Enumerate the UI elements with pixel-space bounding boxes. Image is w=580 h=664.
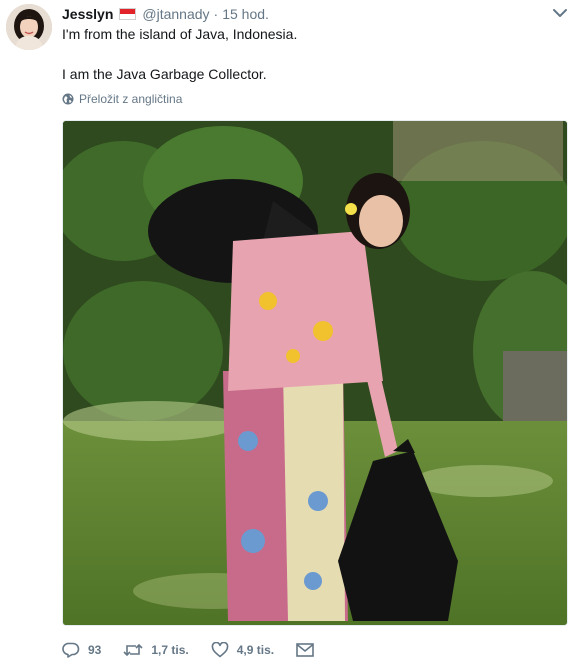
tweet-text-line: I am the Java Garbage Collector.	[62, 66, 267, 82]
reply-button[interactable]: 93	[62, 642, 101, 658]
retweet-button[interactable]: 1,7 tis.	[123, 642, 189, 658]
tweet-photo[interactable]	[62, 120, 568, 626]
chevron-down-icon[interactable]	[552, 6, 568, 20]
like-count: 4,9 tis.	[236, 643, 275, 657]
photo-image	[63, 121, 567, 625]
envelope-icon	[296, 643, 314, 657]
tweet-actions: 93 1,7 tis. 4,9 tis.	[62, 640, 344, 660]
avatar-image	[6, 4, 52, 50]
retweet-count: 1,7 tis.	[151, 643, 189, 657]
timestamp[interactable]: 15 hod.	[222, 6, 269, 22]
translate-link[interactable]: Přeložit z angličtina	[62, 92, 182, 106]
reply-count: 93	[88, 643, 102, 657]
direct-message-button[interactable]	[296, 643, 322, 657]
separator: ·	[213, 6, 219, 22]
indonesia-flag-icon	[119, 8, 137, 20]
heart-icon	[211, 642, 229, 658]
reply-icon	[62, 642, 80, 658]
tweet-text: I'm from the island of Java, Indonesia. …	[62, 24, 297, 84]
like-button[interactable]: 4,9 tis.	[211, 642, 274, 658]
globe-icon	[62, 93, 74, 105]
tweet-header: Jesslyn @jtannady · 15 hod.	[62, 5, 269, 23]
translate-label: Přeložit z angličtina	[79, 92, 183, 106]
retweet-icon	[123, 643, 143, 657]
tweet-text-line: I'm from the island of Java, Indonesia.	[62, 26, 298, 42]
avatar[interactable]	[6, 4, 52, 50]
tweet: Jesslyn @jtannady · 15 hod. I'm from the…	[0, 0, 580, 664]
author-name[interactable]: Jesslyn	[62, 6, 113, 22]
author-handle[interactable]: @jtannady	[142, 6, 209, 22]
